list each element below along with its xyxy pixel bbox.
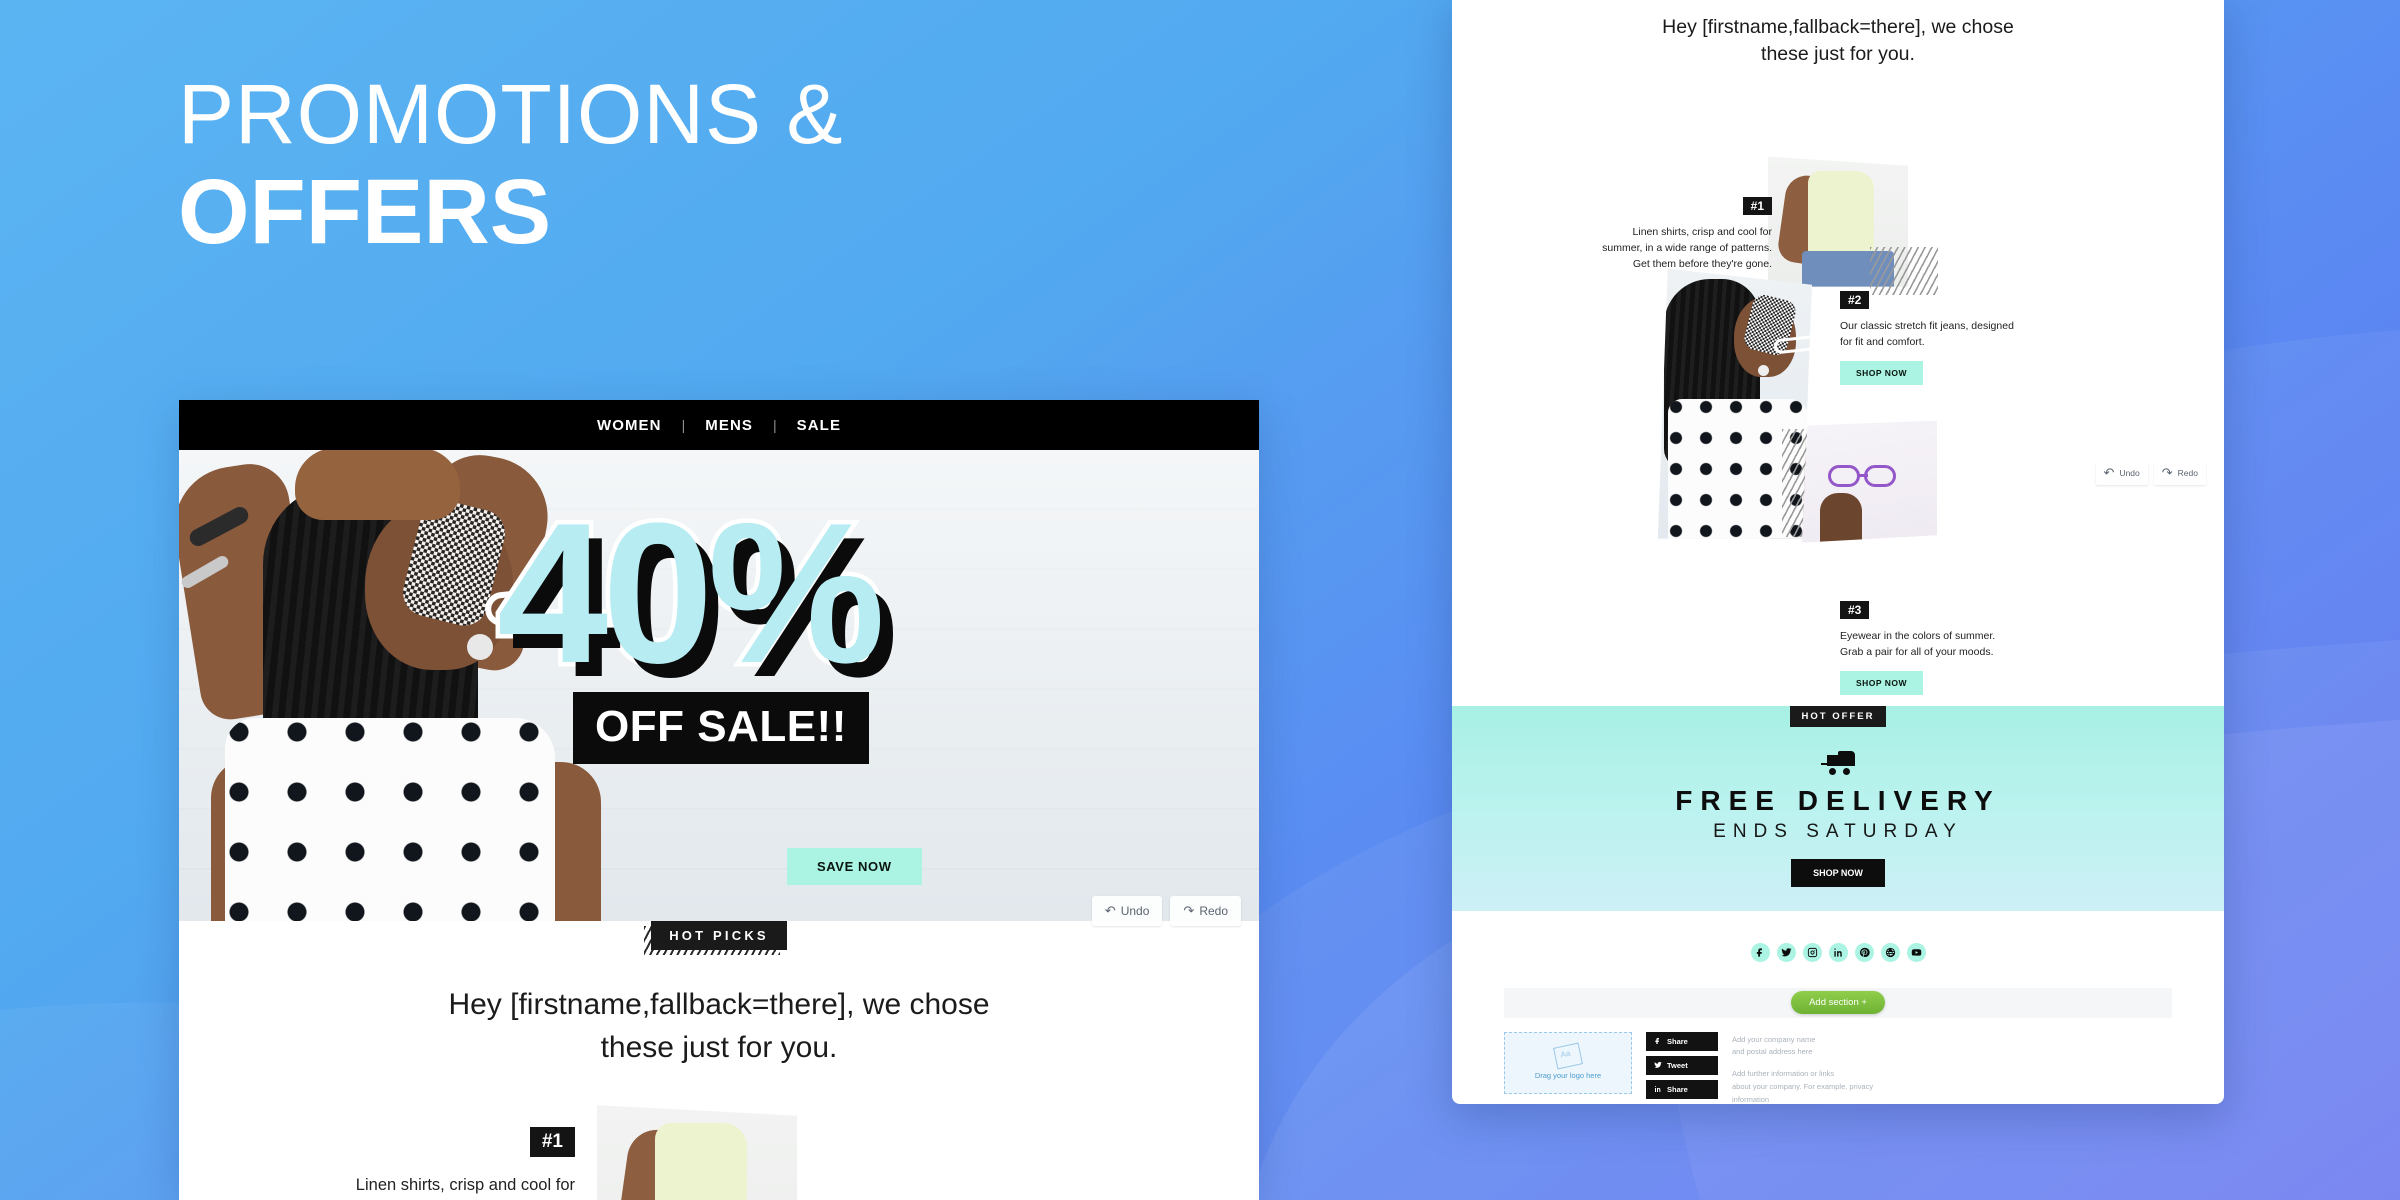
undo-button[interactable]: ↶ Undo [1091,896,1163,926]
rp-product-item-3: #3 Eyewear in the colors of summer. Grab… [1840,600,2050,696]
hero-percent-text: 40% [492,482,889,705]
rp-item3-l2: Grab a pair for all of your moods. [1840,645,1994,658]
linkedin-icon [1655,1086,1661,1093]
editor-undo-redo-right: ↶ Undo ↷ Redo [2095,460,2206,485]
share-buttons-column: Share Tweet Share Forward [1646,1031,1718,1104]
item-image-1 [585,1105,1163,1200]
footer-address-1: Add your company name [1732,1034,1816,1044]
add-section-button[interactable]: Add section + [1791,991,1885,1015]
footer-info-3: information [1732,1094,1770,1104]
image-placeholder-icon [1552,1042,1584,1070]
free-delivery-subtitle: ENDS SATURDAY [1713,820,1963,842]
nav-item-women[interactable]: WOMEN [577,417,682,434]
nav-item-sale[interactable]: SALE [777,417,861,434]
undo-label-right: Undo [2119,467,2140,478]
undo-arrow-icon: ↶ [1104,903,1116,918]
redo-button-right[interactable]: ↷ Redo [2153,460,2206,485]
logo-drop-label: Drag your logo here [1534,1071,1602,1081]
linkedin-icon[interactable] [1828,942,1848,962]
title-line-1: PROMOTIONS & [178,67,844,161]
undo-arrow-icon: ↶ [2103,464,2115,480]
rp-item2-l1: Our classic stretch fit jeans, designed [1840,319,2014,332]
item-desc-1-line1: Linen shirts, crisp and cool for [355,1176,575,1195]
undo-button-right[interactable]: ↶ Undo [2095,460,2148,485]
item-number-1: #1 [529,1127,575,1158]
share-twitter-button[interactable]: Tweet [1646,1055,1718,1075]
facebook-icon[interactable] [1750,942,1770,962]
share-linkedin-label: Share [1667,1084,1688,1094]
rp-item-desc-2: Our classic stretch fit jeans, designed … [1840,318,2050,351]
logo-drop-zone[interactable]: Drag your logo here [1504,1031,1632,1094]
youtube-icon[interactable] [1906,942,1926,962]
rp-item-image-3 [1802,420,1937,543]
email-navbar: WOMEN | MENS | SALE [179,400,1259,450]
rp-item-number-2: #2 [1840,290,1870,309]
rp-greeting-text: Hey [firstname,fallback=there], we chose… [1452,0,2224,69]
redo-label-right: Redo [2177,467,2198,478]
share-twitter-label: Tweet [1667,1060,1688,1070]
social-icons-row [1452,910,2224,988]
rp-item1-l3: Get them before they're gone. [1632,258,1772,271]
rp-item-number-1: #1 [1742,196,1772,215]
footer-placeholder-text: Add your company name and postal address… [1732,1032,2172,1104]
share-linkedin-button[interactable]: Share [1646,1079,1718,1099]
hot-picks-badge: HOT PICKS [644,921,787,955]
hot-offer-badge: HOT OFFER [1784,705,1887,731]
editor-undo-redo-left: ↶ Undo ↷ Redo [1091,896,1241,926]
rp-shop-now-button-3[interactable]: SHOP NOW [1840,671,1924,696]
rp-shop-now-button-2[interactable]: SHOP NOW [1840,361,1924,386]
greeting-line-1: Hey [firstname,fallback=there], we chose [448,988,990,1021]
hero-banner: 40% OFF SALE!! SAVE NOW ↶ Undo ↷ Redo [179,450,1259,938]
rp-item-desc-1: Linen shirts, crisp and cool for summer,… [1582,224,1772,273]
free-delivery-shop-now-button[interactable]: SHOP NOW [1791,858,1885,887]
save-now-button[interactable]: SAVE NOW [787,848,922,885]
redo-label: Redo [1199,904,1228,918]
greeting-line-2: these just for you. [600,1030,838,1064]
rp-item3-l1: Eyewear in the colors of summer. [1840,629,1996,642]
greeting-text: Hey [firstname,fallback=there], we chose… [179,950,1259,1075]
footer-address-2: and postal address here [1732,1047,1813,1057]
email-footer-editor: Drag your logo here Share Tweet Share Fo… [1452,1018,2224,1104]
rp-item1-l2: summer, in a wide range of patterns. [1602,241,1772,254]
redo-button[interactable]: ↷ Redo [1170,896,1241,926]
nav-item-mens[interactable]: MENS [685,417,773,434]
undo-label: Undo [1120,904,1150,918]
free-delivery-title: FREE DELIVERY [1675,784,2001,816]
rp-greeting-line-1: Hey [firstname,fallback=there], we chose [1662,16,2014,38]
pinterest-icon[interactable] [1854,942,1874,962]
instagram-icon[interactable] [1802,942,1822,962]
footer-info-1: Add further information or links [1732,1069,1835,1079]
web-globe-icon[interactable] [1880,942,1900,962]
facebook-icon [1655,1038,1659,1045]
twitter-icon[interactable] [1776,942,1796,962]
rp-item2-l2: for fit and comfort. [1840,335,1925,348]
hero-offer-block: 40% OFF SALE!! [492,482,890,764]
hero-offer-label: OFF SALE!! [573,692,869,764]
page-title: PROMOTIONS & OFFERS [178,72,843,258]
rp-hatch-decoration-1 [1870,246,1938,295]
title-line-2: OFFERS [178,161,552,263]
email-preview-zoomed: WOMEN | MENS | SALE 40% OFF SALE!! SAVE … [179,400,1259,1200]
hot-offer-section: HOT OFFER FREE DELIVERY ENDS SATURDAY SH… [1452,705,2224,911]
add-section-bar: Add section + [1504,987,2172,1018]
footer-info-2: about your company. For example, privacy [1732,1081,1874,1091]
rp-item1-l1: Linen shirts, crisp and cool for [1632,225,1772,238]
rp-item-number-3: #3 [1840,600,1870,619]
product-item-1: #1 Linen shirts, crisp and cool for summ… [179,1075,1259,1200]
share-facebook-label: Share [1667,1036,1688,1046]
delivery-truck-icon [1821,750,1855,775]
email-preview-full: Hey [firstname,fallback=there], we chose… [1452,0,2224,1104]
rp-item-desc-3: Eyewear in the colors of summer. Grab a … [1840,628,2050,661]
hot-picks-section: HOT PICKS Hey [firstname,fallback=there]… [179,921,1259,1200]
rp-products-stage: #1 Linen shirts, crisp and cool for summ… [1452,69,2224,719]
redo-arrow-icon: ↷ [1183,903,1195,918]
rp-product-item-2: #2 Our classic stretch fit jeans, design… [1840,290,2050,386]
share-facebook-button[interactable]: Share [1646,1031,1718,1051]
twitter-icon [1654,1062,1662,1068]
item-desc-1: Linen shirts, crisp and cool for summer,… [275,1173,575,1200]
rp-greeting-line-2: these just for you. [1761,43,1915,66]
redo-arrow-icon: ↷ [2161,464,2173,480]
